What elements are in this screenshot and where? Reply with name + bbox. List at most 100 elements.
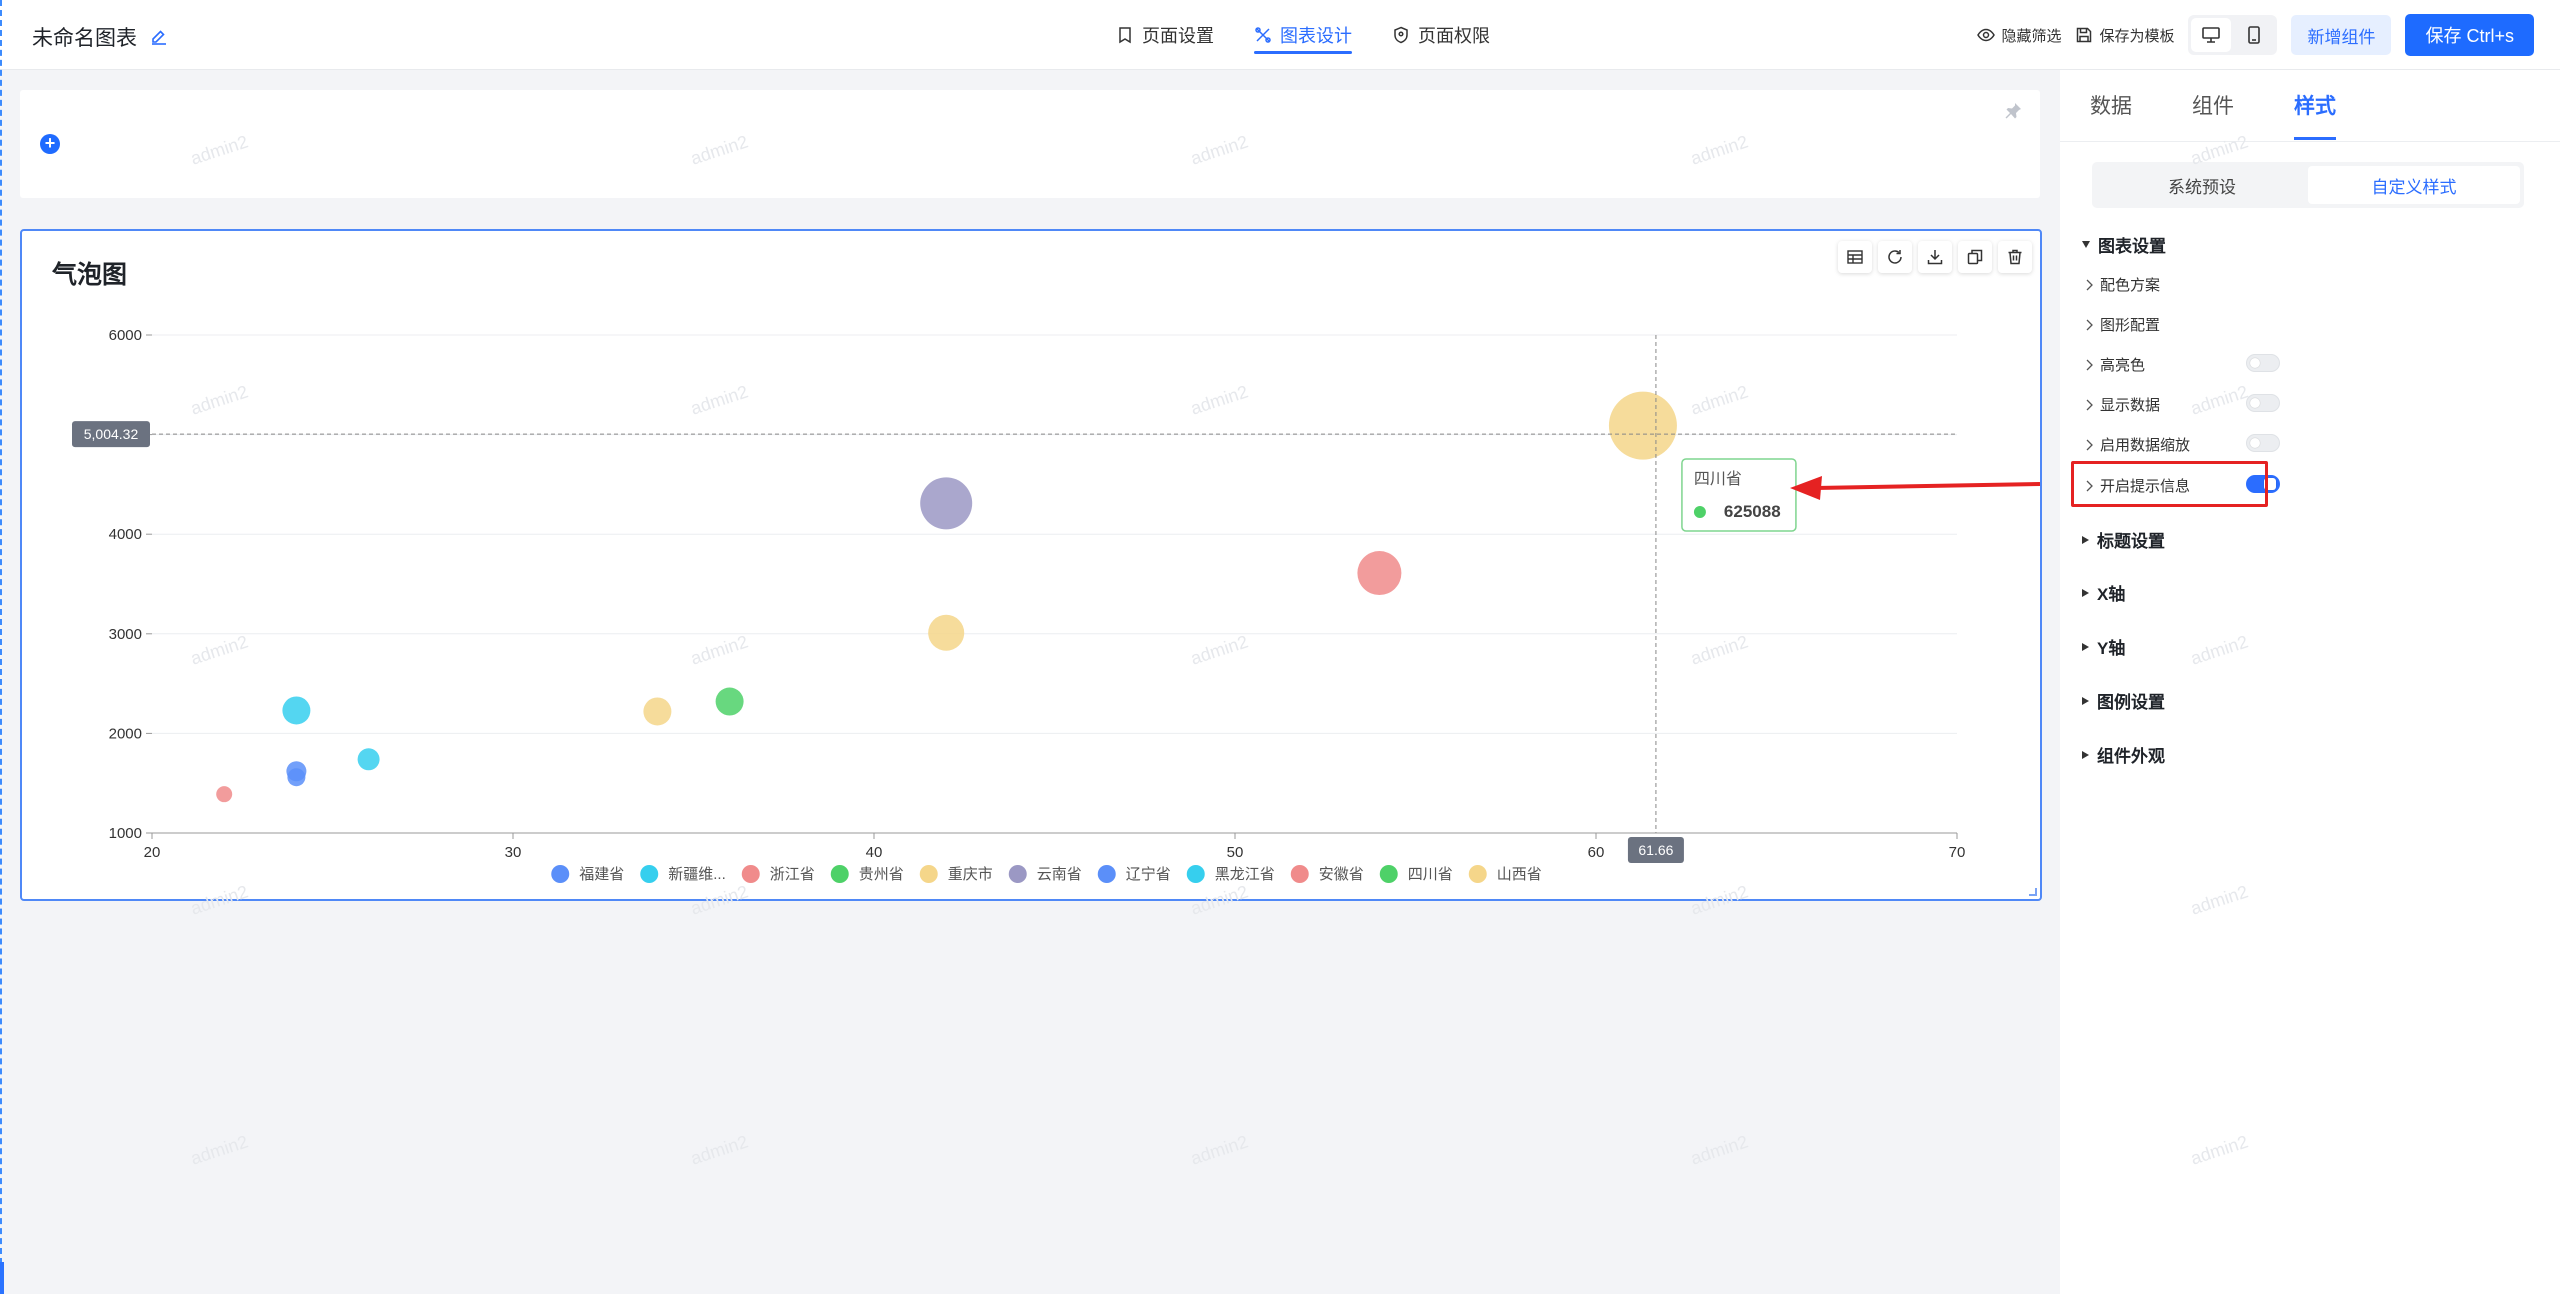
- chevron-right-icon: [2086, 439, 2093, 450]
- nav-page-settings[interactable]: 页面设置: [1096, 0, 1234, 70]
- section-label: 标题设置: [2097, 532, 2165, 551]
- x-tick-label: 60: [1588, 844, 1605, 861]
- pin-icon[interactable]: [2004, 102, 2022, 120]
- caret-right-icon: [2082, 642, 2089, 651]
- legend-label: 贵州省: [859, 866, 904, 883]
- x-tick-label: 30: [505, 844, 522, 861]
- caret-right-icon: [2082, 535, 2089, 544]
- document-title: 未命名图表: [32, 22, 169, 52]
- section-y-axis[interactable]: Y轴: [2082, 634, 2125, 659]
- legend-label: 浙江省: [770, 866, 815, 883]
- legend-label: 新疆维...: [668, 866, 726, 883]
- document-title-text: 未命名图表: [32, 27, 137, 50]
- canvas-left-marker: [0, 1262, 4, 1294]
- option-label: 显示数据: [2100, 397, 2161, 414]
- section-x-axis[interactable]: X轴: [2082, 580, 2125, 605]
- chevron-right-icon: [2086, 319, 2093, 330]
- bubble-point: [357, 748, 380, 771]
- legend-label: 山西省: [1497, 866, 1542, 883]
- tab-data[interactable]: 数据: [2090, 70, 2132, 140]
- resize-handle[interactable]: [2029, 888, 2037, 896]
- section-label: 组件外观: [2097, 747, 2165, 766]
- right-panel: 数据 组件 样式 系统预设 自定义样式 图表设置 配色方案 图形配置 高亮色 显…: [2060, 70, 2560, 1294]
- bubble-point: [715, 687, 744, 716]
- data-zoom-toggle[interactable]: [2246, 434, 2280, 452]
- design-icon: [1255, 27, 1271, 43]
- section-chart-settings[interactable]: 图表设置: [2082, 232, 2166, 257]
- chart-card[interactable]: 气泡图 100020003000400050006000203040506070…: [20, 229, 2042, 901]
- legend-marker: [1008, 865, 1027, 883]
- custom-style-button[interactable]: 自定义样式: [2308, 166, 2520, 204]
- toggle-knob: [2250, 358, 2260, 368]
- watermark: admin2: [1188, 1131, 1251, 1169]
- hide-filter-button[interactable]: 隐藏筛选: [1977, 25, 2061, 46]
- option-data-zoom[interactable]: 启用数据缩放: [2084, 434, 2314, 455]
- desktop-view-button[interactable]: [2191, 18, 2232, 52]
- legend-marker: [741, 865, 760, 883]
- option-show-data[interactable]: 显示数据: [2084, 394, 2314, 415]
- top-bar: 未命名图表 页面设置 图表设计 页面权限 隐藏筛选 保存为模板 新增组件 保存 …: [0, 0, 2560, 70]
- bubble-point: [216, 786, 233, 803]
- eye-icon: [1977, 28, 1996, 42]
- system-preset-button[interactable]: 系统预设: [2096, 166, 2308, 204]
- x-tick-label: 20: [144, 844, 161, 861]
- watermark: admin2: [1688, 1131, 1751, 1169]
- crosshair-y-label: 5,004.32: [84, 426, 139, 442]
- section-title-settings[interactable]: 标题设置: [2082, 527, 2165, 552]
- legend-marker: [1186, 865, 1205, 883]
- toggle-knob: [2250, 398, 2260, 408]
- legend-marker: [830, 865, 849, 883]
- section-component-appearance[interactable]: 组件外观: [2082, 742, 2165, 767]
- nav-chart-design[interactable]: 图表设计: [1234, 0, 1372, 70]
- legend-marker: [1468, 865, 1487, 883]
- bubble-point: [643, 697, 672, 726]
- mobile-view-button[interactable]: [2234, 18, 2274, 52]
- nav-label: 图表设计: [1280, 26, 1352, 46]
- x-tick-label: 40: [866, 844, 883, 861]
- edit-icon[interactable]: [149, 27, 169, 47]
- y-tick-label: 1000: [109, 825, 142, 842]
- tab-components[interactable]: 组件: [2192, 70, 2234, 140]
- legend-label: 云南省: [1037, 866, 1082, 883]
- show-data-toggle[interactable]: [2246, 394, 2280, 412]
- legend-marker: [1379, 865, 1398, 883]
- style-mode-switch: 系统预设 自定义样式: [2092, 162, 2524, 208]
- panel-tabs: 数据 组件 样式: [2090, 70, 2336, 140]
- chevron-right-icon: [2086, 279, 2093, 290]
- legend-label: 四川省: [1408, 866, 1453, 883]
- legend-label: 福建省: [579, 866, 624, 883]
- chevron-right-icon: [2086, 359, 2093, 370]
- option-color-scheme[interactable]: 配色方案: [2084, 274, 2314, 295]
- add-filter-icon[interactable]: +: [40, 134, 60, 154]
- watermark: admin2: [188, 1131, 251, 1169]
- caret-right-icon: [2082, 696, 2089, 705]
- add-component-button[interactable]: 新增组件: [2291, 15, 2392, 55]
- tooltip-title: 四川省: [1694, 470, 1742, 488]
- bubble-point: [282, 696, 311, 725]
- option-label: 高亮色: [2100, 357, 2146, 374]
- tab-style[interactable]: 样式: [2294, 70, 2336, 140]
- legend-label: 辽宁省: [1126, 866, 1171, 883]
- bubble-chart[interactable]: 1000200030004000500060002030405060705,00…: [22, 231, 2040, 899]
- save-icon: [2077, 27, 2092, 43]
- bubble-point: [1608, 391, 1677, 460]
- option-shape-config[interactable]: 图形配置: [2084, 314, 2314, 335]
- save-button[interactable]: 保存 Ctrl+s: [2405, 14, 2534, 56]
- x-tick-label: 50: [1227, 844, 1244, 861]
- caret-right-icon: [2082, 588, 2089, 597]
- save-template-button[interactable]: 保存为模板: [2075, 25, 2174, 46]
- option-label: 图形配置: [2100, 317, 2161, 334]
- nav-label: 页面设置: [1142, 26, 1214, 46]
- highlight-color-toggle[interactable]: [2246, 354, 2280, 372]
- section-legend-settings[interactable]: 图例设置: [2082, 688, 2165, 713]
- hide-filter-label: 隐藏筛选: [2001, 27, 2062, 45]
- option-highlight-color[interactable]: 高亮色: [2084, 354, 2314, 375]
- save-template-label: 保存为模板: [2099, 27, 2175, 45]
- y-tick-label: 6000: [109, 327, 142, 344]
- header-actions: 隐藏筛选 保存为模板 新增组件 保存 Ctrl+s: [1977, 14, 2534, 56]
- y-tick-label: 4000: [109, 526, 142, 543]
- caret-right-icon: [2082, 750, 2089, 759]
- option-label: 配色方案: [2100, 277, 2161, 294]
- legend-label: 安徽省: [1319, 866, 1364, 883]
- nav-page-permissions[interactable]: 页面权限: [1372, 0, 1510, 70]
